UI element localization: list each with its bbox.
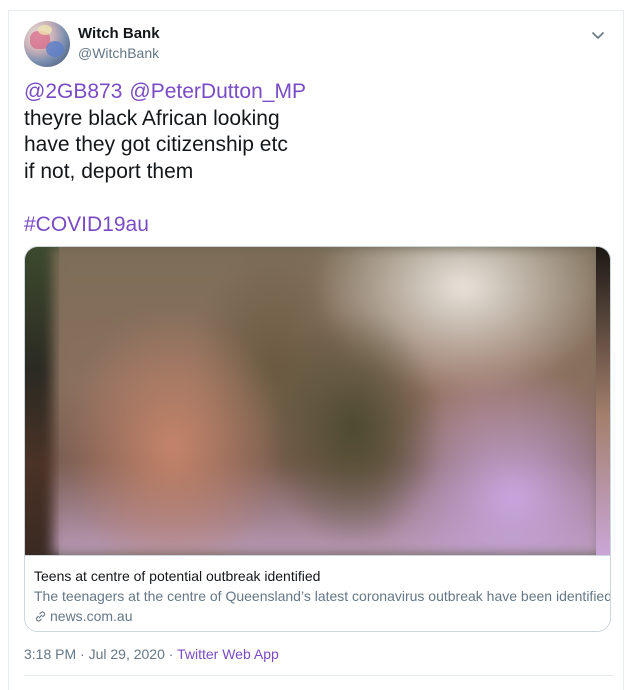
link-icon <box>35 611 46 622</box>
footer-separator: · <box>76 646 89 662</box>
mentions-line: @2GB873 @PeterDutton_MP <box>24 79 614 106</box>
card-description: The teenagers at the centre of Queenslan… <box>34 588 611 604</box>
tweet-line: theyre black African looking <box>24 106 280 130</box>
tweet-source-app[interactable]: Twitter Web App <box>177 646 279 662</box>
chevron-down-icon[interactable] <box>588 25 608 45</box>
avatar[interactable] <box>24 21 70 67</box>
hashtag-line: #COVID19au <box>24 212 614 239</box>
mention-2gb873[interactable]: @2GB873 <box>24 80 122 103</box>
tweet-line: have they got citizenship etc <box>24 133 288 156</box>
tweet-header: Witch Bank @WitchBank <box>24 21 614 77</box>
card-domain-text: news.com.au <box>50 608 133 624</box>
user-handle[interactable]: @WitchBank <box>78 45 159 61</box>
tweet-footer: 3:18 PM · Jul 29, 2020 · Twitter Web App <box>24 646 279 662</box>
tweet-text: @2GB873 @PeterDutton_MP theyre black Afri… <box>24 79 614 238</box>
link-card[interactable]: Teens at centre of potential outbreak id… <box>24 246 611 632</box>
card-meta[interactable]: Teens at centre of potential outbreak id… <box>25 555 610 631</box>
divider <box>24 675 614 676</box>
card-image[interactable] <box>25 247 610 555</box>
hashtag-covid19au[interactable]: #COVID19au <box>24 213 149 236</box>
footer-separator: · <box>164 646 178 662</box>
user-name[interactable]: Witch Bank <box>78 25 160 42</box>
mention-peterdutton[interactable]: @PeterDutton_MP <box>129 80 306 103</box>
card-image-blurred <box>53 247 601 555</box>
tweet-date[interactable]: Jul 29, 2020 <box>89 646 165 662</box>
card-image-right-edge <box>596 247 610 555</box>
card-title[interactable]: Teens at centre of potential outbreak id… <box>34 568 320 584</box>
card-domain[interactable]: news.com.au <box>34 608 132 624</box>
tweet-line: if not, deport them <box>24 159 194 183</box>
tweet-time[interactable]: 3:18 PM <box>24 646 76 662</box>
tweet: Witch Bank @WitchBank @2GB873 @PeterDutto… <box>8 10 624 690</box>
